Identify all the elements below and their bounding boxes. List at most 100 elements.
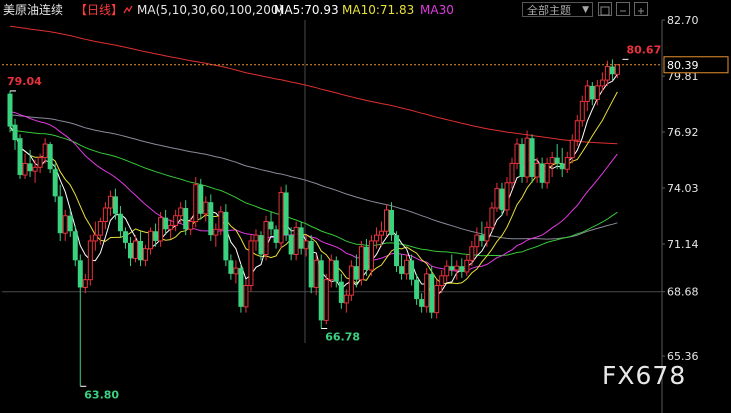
candle-body xyxy=(409,260,415,280)
candle-body xyxy=(263,221,269,255)
candle-body xyxy=(122,231,128,243)
candle-body xyxy=(173,215,179,226)
candle-body xyxy=(469,246,475,261)
candle-body xyxy=(574,120,580,141)
candle-body xyxy=(599,79,605,87)
annotation-label: 80.67 xyxy=(626,43,661,56)
candle-body xyxy=(133,240,138,259)
candle-body xyxy=(57,196,63,234)
candle-body xyxy=(52,169,58,197)
candle-body xyxy=(223,211,229,261)
candle-body xyxy=(509,162,515,184)
candle-body xyxy=(444,265,450,277)
candle-body xyxy=(534,162,540,178)
candle-body xyxy=(358,246,364,281)
candle-body xyxy=(384,209,389,232)
candle-body xyxy=(524,137,530,178)
fullscreen-icon[interactable] xyxy=(598,2,612,16)
candle-body xyxy=(323,279,329,321)
candle-body xyxy=(348,265,354,296)
candle-body xyxy=(333,260,339,282)
candle-body xyxy=(213,228,219,236)
candle-body xyxy=(594,85,600,100)
candle-body xyxy=(218,211,224,230)
plus-icon[interactable] xyxy=(634,2,648,16)
candle-body xyxy=(178,207,184,217)
candle-body xyxy=(37,157,43,168)
candle-body xyxy=(504,182,510,211)
candle-body xyxy=(554,157,560,164)
candle-body xyxy=(584,85,590,102)
candle-body xyxy=(283,192,289,236)
annotation-label: 79.04 xyxy=(7,75,42,88)
candle-body xyxy=(544,162,550,184)
theme-select[interactable]: 全部主题 ▼ xyxy=(522,2,593,17)
candle-body xyxy=(414,279,420,300)
candle-body xyxy=(97,221,103,236)
candle-body xyxy=(92,234,98,242)
candle-body xyxy=(243,285,249,308)
chart-window: 82.70 79.81 76.92 74.03 71.14 68.68 65.36 80.39… xyxy=(0,0,731,413)
candle-body xyxy=(564,157,570,170)
y-tick-label: 74.03 xyxy=(667,182,699,195)
candle-body xyxy=(499,188,505,210)
candle-body xyxy=(258,235,264,255)
candle-body xyxy=(127,242,133,259)
y-tick-label: 71.14 xyxy=(667,238,699,251)
candle-body xyxy=(449,266,455,271)
candle-body xyxy=(614,64,620,75)
candle-body xyxy=(148,230,154,250)
candle-body xyxy=(464,259,470,273)
period-label[interactable]: 【日线】 xyxy=(75,0,123,20)
candle-body xyxy=(168,224,174,230)
candle-body xyxy=(609,66,615,75)
candle-body xyxy=(474,234,480,248)
ma10-value: MA10:71.83 xyxy=(342,3,415,17)
candle-body xyxy=(72,231,78,261)
instrument-name: 美原油连续 xyxy=(3,3,64,17)
candle-body xyxy=(268,221,274,230)
candle-body xyxy=(313,259,319,288)
candle-body xyxy=(318,260,324,321)
candle-body xyxy=(373,234,379,242)
candle-body xyxy=(519,144,525,177)
candle-body xyxy=(579,100,585,122)
candle-body xyxy=(363,246,369,271)
y-tick-label: 76.92 xyxy=(667,126,699,139)
candlestick-chart[interactable]: 82.7079.8176.9274.0371.1468.6865.3680.39… xyxy=(0,0,731,413)
ma5-value: MA5:70.93 xyxy=(274,3,339,17)
candle-body xyxy=(273,229,279,243)
candle-body xyxy=(188,221,194,230)
candle-body xyxy=(228,260,234,274)
minus-icon[interactable] xyxy=(616,2,630,16)
candle-body xyxy=(183,207,189,230)
candle-body xyxy=(22,162,28,176)
candle-body xyxy=(479,235,485,241)
candle-body xyxy=(233,267,239,275)
candle-body xyxy=(288,235,294,255)
candle-body xyxy=(489,207,495,228)
candle-body xyxy=(153,231,159,241)
indicator-settings-icon[interactable] xyxy=(123,5,133,15)
chart-header: 美原油连续 【日线】 MA(5,10,30,60,100,200) MA5:70… xyxy=(0,0,731,20)
candle-body xyxy=(77,260,83,288)
candle-body xyxy=(278,191,284,244)
candle-body xyxy=(424,273,430,308)
candle-body xyxy=(298,227,304,249)
candle-body xyxy=(27,163,33,172)
candle-body xyxy=(203,201,209,215)
annotation-label: 66.78 xyxy=(325,331,360,344)
candle-body xyxy=(163,217,169,230)
candle-body xyxy=(434,285,440,314)
candle-body xyxy=(67,215,73,232)
candle-body xyxy=(404,259,410,275)
candle-body xyxy=(399,266,405,274)
ma-params-label[interactable]: MA(5,10,30,60,100,200) xyxy=(137,0,283,20)
candle-body xyxy=(143,248,149,261)
candle-body xyxy=(102,207,108,223)
candle-body xyxy=(198,184,204,214)
candle-body xyxy=(193,184,199,223)
ma200-line xyxy=(9,25,618,145)
candle-body xyxy=(238,268,244,307)
candle-body xyxy=(62,215,68,234)
